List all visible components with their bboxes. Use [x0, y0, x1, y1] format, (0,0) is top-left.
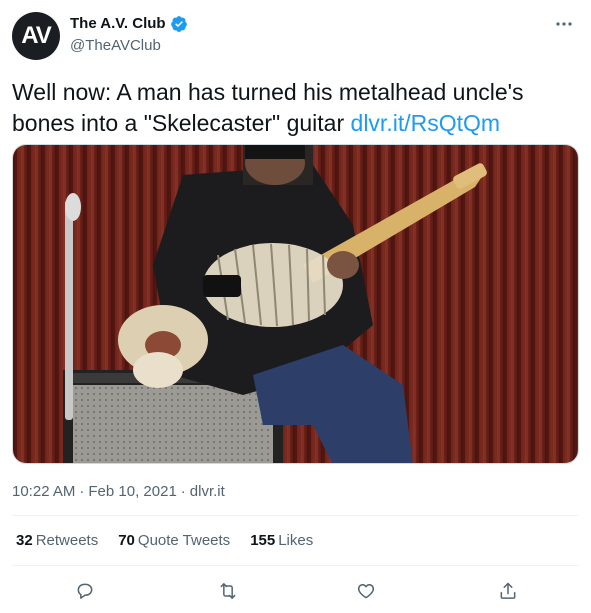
- like-icon[interactable]: [353, 578, 379, 604]
- display-name[interactable]: The A.V. Club: [70, 14, 166, 34]
- avatar-text: AV: [21, 22, 52, 49]
- stat-likes[interactable]: 155 Likes: [250, 531, 313, 551]
- stat-retweets[interactable]: 32 Retweets: [16, 531, 98, 551]
- quote-tweets-count: 70: [118, 532, 135, 549]
- likes-label: Likes: [278, 532, 314, 549]
- display-name-row[interactable]: The A.V. Club: [70, 14, 188, 34]
- divider-bottom: [12, 565, 579, 566]
- quote-tweets-label: Quote Tweets: [137, 532, 231, 549]
- tweet-meta: 10:22 AM · Feb 10, 2021 · dlvr.it: [12, 482, 225, 502]
- tweet-link[interactable]: dlvr.it/RsQtQm: [351, 110, 501, 136]
- more-options-icon[interactable]: [553, 14, 575, 34]
- media-illustration: [13, 145, 578, 463]
- tweet-text: Well now: A man has turned his metalhead…: [12, 77, 579, 139]
- reply-icon[interactable]: [72, 578, 98, 604]
- retweet-icon[interactable]: [215, 578, 241, 604]
- engagement-stats: 32 Retweets 70 Quote Tweets 155 Likes: [16, 531, 333, 551]
- verified-badge-icon: [170, 16, 187, 32]
- handle[interactable]: @TheAVClub: [70, 36, 188, 56]
- tweet: AV The A.V. Club @TheAVClub Well now: A …: [0, 0, 591, 613]
- meta-separator-1: ·: [79, 483, 85, 500]
- action-bar: [12, 576, 579, 606]
- share-icon[interactable]: [495, 578, 521, 604]
- tweet-media-image[interactable]: [12, 144, 579, 464]
- meta-separator-2: ·: [180, 483, 186, 500]
- tweet-time[interactable]: 10:22 AM: [12, 483, 75, 500]
- avatar[interactable]: AV: [12, 12, 60, 60]
- author-names: The A.V. Club @TheAVClub: [70, 14, 188, 56]
- divider-top: [12, 515, 579, 516]
- retweets-count: 32: [16, 532, 33, 549]
- stat-quote-tweets[interactable]: 70 Quote Tweets: [118, 531, 230, 551]
- likes-count: 155: [250, 532, 276, 549]
- retweets-label: Retweets: [35, 532, 99, 549]
- tweet-source[interactable]: dlvr.it: [190, 483, 225, 500]
- tweet-date[interactable]: Feb 10, 2021: [88, 483, 176, 500]
